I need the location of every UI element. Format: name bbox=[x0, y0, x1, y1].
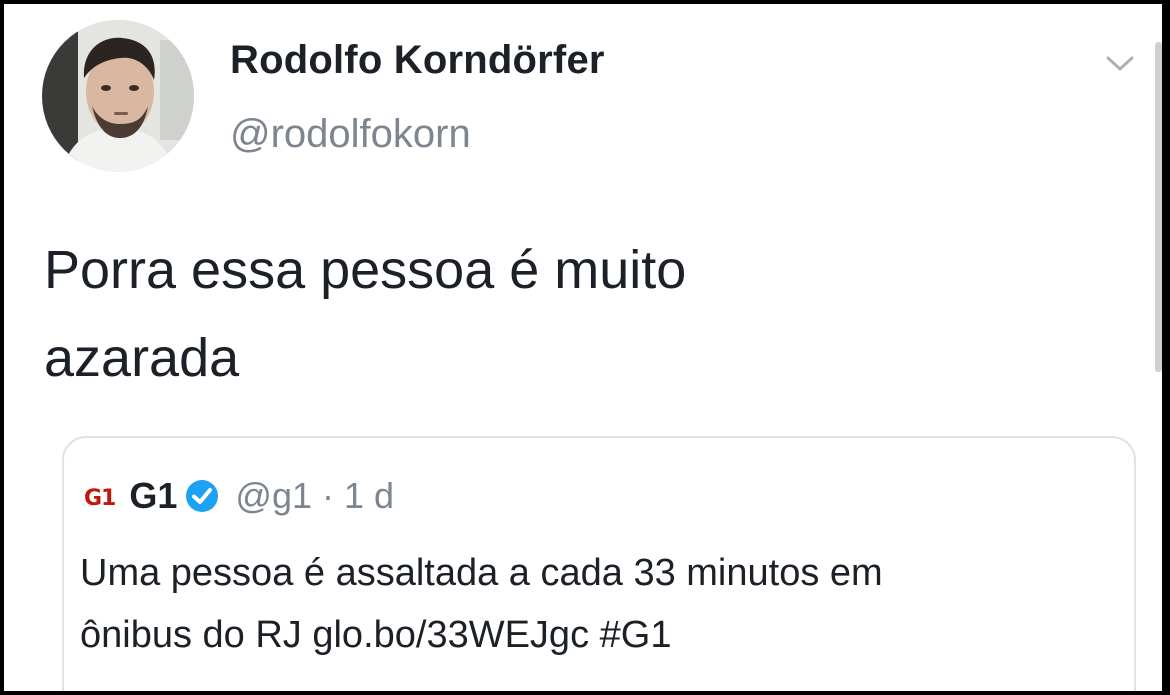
tweet-menu-button[interactable] bbox=[1102, 48, 1138, 78]
quoted-tweet-timestamp[interactable]: 1 d bbox=[344, 475, 394, 517]
avatar-photo bbox=[42, 20, 194, 172]
author-avatar[interactable] bbox=[42, 20, 194, 172]
tweet-card[interactable]: Rodolfo Korndörfer @rodolfokorn Porra es… bbox=[4, 4, 1162, 691]
separator-dot: · bbox=[322, 475, 334, 516]
quoted-author-name[interactable]: G1 bbox=[129, 475, 177, 517]
author-handle[interactable]: @rodolfokorn bbox=[230, 112, 471, 157]
quoted-tweet-card[interactable]: G1 G1 @g1 · 1 d Uma pessoa é assaltada a… bbox=[62, 436, 1136, 691]
author-display-name[interactable]: Rodolfo Korndörfer bbox=[230, 38, 605, 83]
quoted-tweet-header: G1 G1 @g1 · 1 d bbox=[84, 474, 394, 518]
quoted-tweet-text: Uma pessoa é assaltada a cada 33 minutos… bbox=[80, 552, 883, 656]
verified-badge-icon bbox=[186, 480, 219, 512]
quoted-author-handle[interactable]: @g1 bbox=[235, 475, 312, 517]
chevron-down-icon bbox=[1106, 56, 1134, 71]
scrollbar[interactable] bbox=[1155, 42, 1162, 372]
g1-logo: G1 bbox=[84, 485, 116, 511]
tweet-text: Porra essa pessoa é muito azarada bbox=[44, 240, 687, 388]
